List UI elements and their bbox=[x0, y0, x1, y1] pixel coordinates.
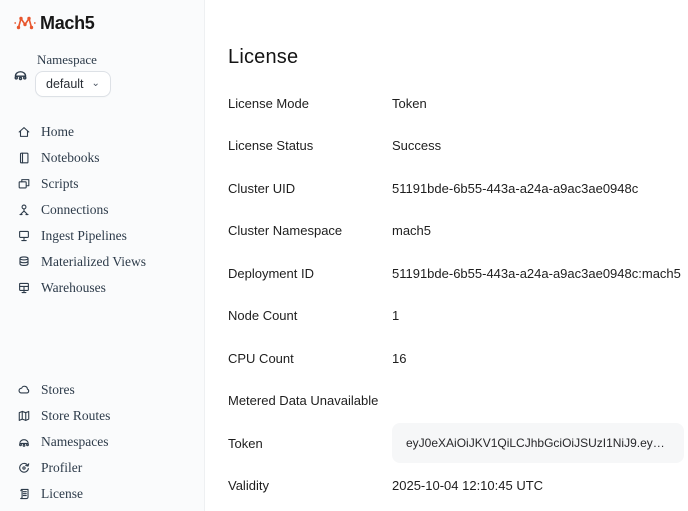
namespace-icon bbox=[12, 66, 29, 83]
detail-row-license-mode: License Mode Token bbox=[228, 82, 688, 125]
sidebar-item-label: Scripts bbox=[41, 176, 79, 192]
notebook-icon bbox=[17, 151, 31, 165]
namespace-select[interactable]: default ⌄ bbox=[35, 71, 111, 97]
detail-label: Cluster Namespace bbox=[228, 223, 392, 238]
detail-label: Token bbox=[228, 436, 392, 451]
sidebar-item-scripts[interactable]: Scripts bbox=[0, 171, 204, 197]
profiler-icon bbox=[17, 461, 31, 475]
mach5-logo-icon bbox=[14, 12, 36, 34]
detail-label: Metered Data Unavailable bbox=[228, 393, 392, 408]
sidebar-item-license[interactable]: License bbox=[0, 481, 204, 507]
detail-value: Token bbox=[392, 96, 427, 111]
mviews-icon bbox=[17, 255, 31, 269]
cluster-icon bbox=[17, 435, 31, 449]
app-window: Mach5 Namespace default ⌄ Home Notebooks… bbox=[0, 0, 688, 511]
sidebar-item-label: Notebooks bbox=[41, 150, 100, 166]
detail-row-deployment-id: Deployment ID 51191bde-6b55-443a-a24a-a9… bbox=[228, 252, 688, 295]
detail-label: Deployment ID bbox=[228, 266, 392, 281]
sidebar-nav-bottom: Stores Store Routes Namespaces Profiler … bbox=[0, 377, 204, 507]
sidebar-item-label: Namespaces bbox=[41, 434, 108, 450]
detail-value: 51191bde-6b55-443a-a24a-a9ac3ae0948c bbox=[392, 181, 638, 196]
sidebar-item-connections[interactable]: Connections bbox=[0, 197, 204, 223]
namespace-selected-value: default bbox=[46, 77, 84, 91]
sidebar-item-store-routes[interactable]: Store Routes bbox=[0, 403, 204, 429]
detail-row-node-count: Node Count 1 bbox=[228, 295, 688, 338]
sidebar-item-notebooks[interactable]: Notebooks bbox=[0, 145, 204, 171]
detail-label: CPU Count bbox=[228, 351, 392, 366]
sidebar-item-home[interactable]: Home bbox=[0, 119, 204, 145]
scroll-icon bbox=[17, 487, 31, 501]
main-content: License License Mode Token License Statu… bbox=[205, 0, 688, 511]
sidebar-nav-top: Home Notebooks Scripts Connections Inges… bbox=[0, 119, 204, 301]
detail-label: Validity bbox=[228, 478, 392, 493]
connections-icon bbox=[17, 203, 31, 217]
namespace-label: Namespace bbox=[35, 52, 111, 68]
sidebar: Mach5 Namespace default ⌄ Home Notebooks… bbox=[0, 0, 205, 511]
sidebar-item-ingest-pipelines[interactable]: Ingest Pipelines bbox=[0, 223, 204, 249]
sidebar-item-label: Warehouses bbox=[41, 280, 106, 296]
sidebar-item-label: Ingest Pipelines bbox=[41, 228, 127, 244]
detail-value: 2025-10-04 12:10:45 UTC bbox=[392, 478, 543, 493]
detail-value: 16 bbox=[392, 351, 406, 366]
detail-row-token: Token eyJ0eXAiOiJKV1QiLCJhbGciOiJSUzI1Ni… bbox=[228, 422, 688, 465]
sidebar-item-warehouses[interactable]: Warehouses bbox=[0, 275, 204, 301]
sidebar-item-label: Stores bbox=[41, 382, 75, 398]
license-details: License Mode Token License Status Succes… bbox=[228, 82, 688, 507]
cloud-icon bbox=[17, 383, 31, 397]
sidebar-item-label: Home bbox=[41, 124, 74, 140]
sidebar-item-label: Profiler bbox=[41, 460, 82, 476]
detail-value: 51191bde-6b55-443a-a24a-a9ac3ae0948c:mac… bbox=[392, 266, 681, 281]
sidebar-item-label: License bbox=[41, 486, 83, 502]
sidebar-item-stores[interactable]: Stores bbox=[0, 377, 204, 403]
detail-label: Cluster UID bbox=[228, 181, 392, 196]
scripts-icon bbox=[17, 177, 31, 191]
sidebar-item-label: Store Routes bbox=[41, 408, 110, 424]
map-icon bbox=[17, 409, 31, 423]
brand-name: Mach5 bbox=[40, 13, 95, 34]
sidebar-item-label: Materialized Views bbox=[41, 254, 146, 270]
detail-row-license-status: License Status Success bbox=[228, 125, 688, 168]
page-title: License bbox=[228, 46, 688, 69]
namespace-block: Namespace default ⌄ bbox=[0, 36, 204, 97]
sidebar-item-materialized-views[interactable]: Materialized Views bbox=[0, 249, 204, 275]
sidebar-item-label: Connections bbox=[41, 202, 109, 218]
detail-label: License Mode bbox=[228, 96, 392, 111]
detail-value: mach5 bbox=[392, 223, 431, 238]
detail-row-validity: Validity 2025-10-04 12:10:45 UTC bbox=[228, 465, 688, 508]
detail-row-cpu-count: CPU Count 16 bbox=[228, 337, 688, 380]
ingest-icon bbox=[17, 229, 31, 243]
brand-logo[interactable]: Mach5 bbox=[0, 10, 204, 36]
detail-value: Success bbox=[392, 138, 441, 153]
detail-row-metered-data-unavailable: Metered Data Unavailable bbox=[228, 380, 688, 423]
sidebar-item-namespaces[interactable]: Namespaces bbox=[0, 429, 204, 455]
detail-row-cluster-namespace: Cluster Namespace mach5 bbox=[228, 210, 688, 253]
token-value-box[interactable]: eyJ0eXAiOiJKV1QiLCJhbGciOiJSUzI1NiJ9.eyJ… bbox=[392, 423, 684, 463]
home-icon bbox=[17, 125, 31, 139]
detail-value: 1 bbox=[392, 308, 399, 323]
detail-label: Node Count bbox=[228, 308, 392, 323]
chevron-down-icon: ⌄ bbox=[92, 79, 100, 89]
detail-label: License Status bbox=[228, 138, 392, 153]
sidebar-item-profiler[interactable]: Profiler bbox=[0, 455, 204, 481]
detail-row-cluster-uid: Cluster UID 51191bde-6b55-443a-a24a-a9ac… bbox=[228, 167, 688, 210]
warehouse-icon bbox=[17, 281, 31, 295]
